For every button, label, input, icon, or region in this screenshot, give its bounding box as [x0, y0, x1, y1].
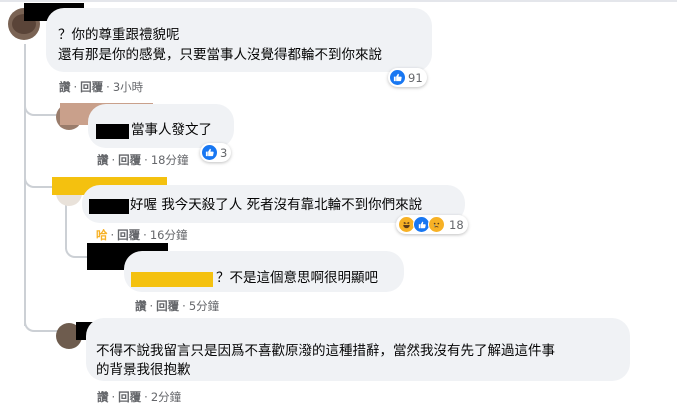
like-action[interactable]: 讚: [97, 389, 109, 405]
like-icon: [202, 145, 217, 160]
timestamp[interactable]: 16分鐘: [150, 227, 188, 243]
comment-text: 還有那是你的感覺，只要當事人沒覺得都輪不到你來說: [58, 47, 382, 63]
reply-action[interactable]: 回覆: [80, 79, 103, 95]
comment-text: ？不是這個意思啊很明顯吧: [216, 270, 378, 286]
comment-text: 的背景我很抱歉: [96, 362, 191, 378]
thread-connector-1: [24, 96, 58, 116]
comment-text: 當事人發文了: [131, 122, 212, 138]
comment-text: ？你的尊重跟禮貌呢: [58, 27, 180, 43]
like-action[interactable]: 讚: [59, 79, 71, 95]
haha-reaction-action[interactable]: 哈: [96, 227, 108, 243]
top-divider: [0, 0, 677, 2]
reaction-count-text: 3: [220, 145, 228, 160]
redacted-name: [96, 124, 129, 139]
reaction-count-text: 18: [449, 217, 464, 232]
redacted-name: [89, 199, 129, 214]
like-icon: [390, 70, 405, 85]
comment-actions: 讚 · 回覆 · 3小時: [59, 79, 144, 95]
timestamp[interactable]: 5分鐘: [189, 298, 219, 314]
timestamp[interactable]: 2分鐘: [151, 389, 181, 405]
reply-action[interactable]: 回覆: [118, 389, 141, 405]
redacted-name-highlight: [131, 272, 213, 287]
reaction-count-text: 91: [408, 70, 423, 85]
timestamp[interactable]: 18分鐘: [151, 152, 189, 168]
reaction-count[interactable]: 3: [200, 143, 232, 162]
timestamp[interactable]: 3小時: [113, 79, 143, 95]
reply-action[interactable]: 回覆: [156, 298, 179, 314]
like-action[interactable]: 讚: [97, 152, 109, 168]
comment-actions: 讚 · 回覆 · 18分鐘: [97, 152, 189, 168]
comment-actions: 讚 · 回覆 · 2分鐘: [97, 389, 182, 405]
like-action[interactable]: 讚: [135, 298, 147, 314]
reply-action[interactable]: 回覆: [117, 227, 140, 243]
reaction-count[interactable]: 18: [396, 215, 468, 234]
thread-connector-4: [24, 310, 58, 332]
thread-line-main: [24, 44, 26, 326]
comment-actions: 哈 · 回覆 · 16分鐘: [96, 227, 188, 243]
sad-emoji-icon: [428, 216, 445, 233]
reply-action[interactable]: 回覆: [118, 152, 141, 168]
reaction-count[interactable]: 91: [388, 68, 427, 87]
comment-actions: 讚 · 回覆 · 5分鐘: [135, 298, 220, 314]
comment-text: 好喔 我今天殺了人 死者沒有靠北輪不到你們來說: [130, 197, 423, 213]
comment-text: 不得不說我留言只是因爲不喜歡原潑的這種措辭，當然我沒有先了解過這件事: [96, 343, 555, 359]
